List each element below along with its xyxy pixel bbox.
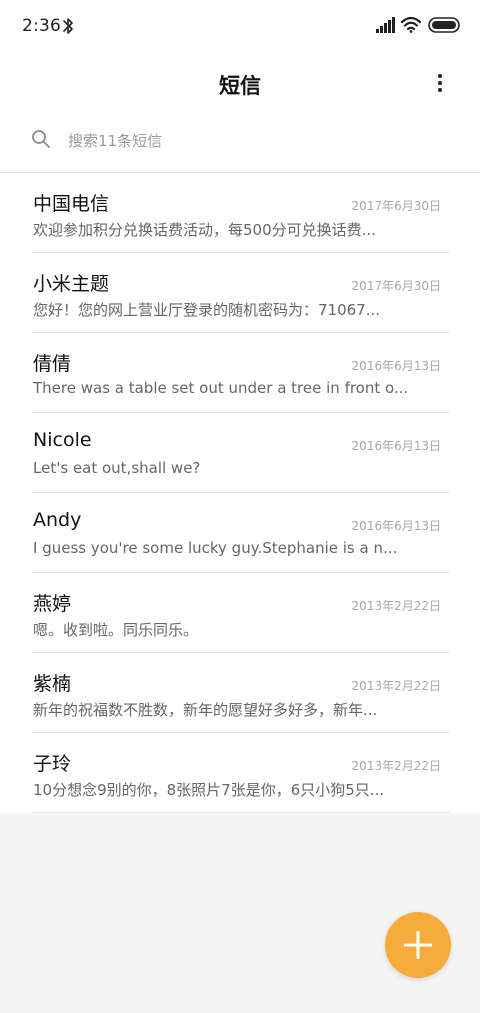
conversation-item[interactable]: Nicole 2016年6月13日 Let's eat out,shall we… — [0, 413, 480, 493]
page-title: 短信 — [219, 74, 261, 98]
bluetooth-icon — [63, 18, 73, 34]
search-icon — [32, 130, 50, 148]
conversation-list: 中国电信 2017年6月30日 欢迎参加积分兑换话费活动，每500分可兑换话费.… — [0, 173, 480, 813]
messaging-screen: 2:36 短信 搜索11条短信 中国电信 2017年6月30日 欢迎参加积分兑换… — [0, 0, 480, 1013]
status-bar: 2:36 — [0, 0, 480, 52]
message-preview: 新年的祝福数不胜数，新年的愿望好多好多，新年... — [33, 701, 378, 719]
message-preview: Let's eat out,shall we? — [33, 459, 201, 477]
contact-name: 中国电信 — [33, 193, 110, 215]
signal-icon — [376, 17, 395, 33]
contact-name: Nicole — [33, 429, 92, 451]
contact-name: 小米主题 — [33, 273, 110, 295]
contact-name: 紫楠 — [33, 673, 72, 695]
contact-name: 倩倩 — [33, 353, 72, 375]
header: 短信 — [0, 52, 480, 114]
conversation-item[interactable]: Andy 2016年6月13日 I guess you're some luck… — [0, 493, 480, 573]
conversation-item[interactable]: 子玲 2013年2月22日 10分想念9别的你，8张照片7张是你，6只小狗5只.… — [0, 733, 480, 813]
message-date: 2016年6月13日 — [351, 439, 441, 453]
search-input[interactable]: 搜索11条短信 — [68, 130, 162, 151]
status-time: 2:36 — [22, 16, 61, 36]
contact-name: 子玲 — [33, 753, 72, 775]
message-preview: I guess you're some lucky guy.Stephanie … — [33, 539, 398, 557]
battery-icon — [428, 17, 460, 33]
message-date: 2017年6月30日 — [351, 279, 441, 293]
plus-icon — [404, 931, 432, 959]
message-date: 2013年2月22日 — [351, 679, 441, 693]
conversation-item[interactable]: 燕婷 2013年2月22日 嗯。收到啦。同乐同乐。 — [0, 573, 480, 653]
conversation-item[interactable]: 小米主题 2017年6月30日 您好！您的网上营业厅登录的随机密码为：71067… — [0, 253, 480, 333]
message-date: 2017年6月30日 — [351, 199, 441, 213]
message-date: 2016年6月13日 — [351, 359, 441, 373]
message-preview: There was a table set out under a tree i… — [33, 379, 409, 397]
more-options-button[interactable] — [426, 68, 454, 98]
search-bar[interactable]: 搜索11条短信 — [0, 118, 480, 162]
message-preview: 10分想念9别的你，8张照片7张是你，6只小狗5只... — [33, 781, 385, 799]
contact-name: 燕婷 — [33, 593, 72, 615]
message-preview: 嗯。收到啦。同乐同乐。 — [33, 621, 199, 639]
message-preview: 您好！您的网上营业厅登录的随机密码为：71067... — [33, 301, 381, 319]
message-date: 2013年2月22日 — [351, 759, 441, 773]
conversation-item[interactable]: 倩倩 2016年6月13日 There was a table set out … — [0, 333, 480, 413]
message-date: 2013年2月22日 — [351, 599, 441, 613]
wifi-icon — [401, 16, 421, 33]
compose-button[interactable] — [385, 912, 451, 978]
more-vertical-icon — [438, 74, 442, 78]
conversation-item[interactable]: 紫楠 2013年2月22日 新年的祝福数不胜数，新年的愿望好多好多，新年... — [0, 653, 480, 733]
message-preview: 欢迎参加积分兑换话费活动，每500分可兑换话费... — [33, 221, 376, 239]
message-date: 2016年6月13日 — [351, 519, 441, 533]
contact-name: Andy — [33, 509, 82, 531]
conversation-item[interactable]: 中国电信 2017年6月30日 欢迎参加积分兑换话费活动，每500分可兑换话费.… — [0, 173, 480, 253]
